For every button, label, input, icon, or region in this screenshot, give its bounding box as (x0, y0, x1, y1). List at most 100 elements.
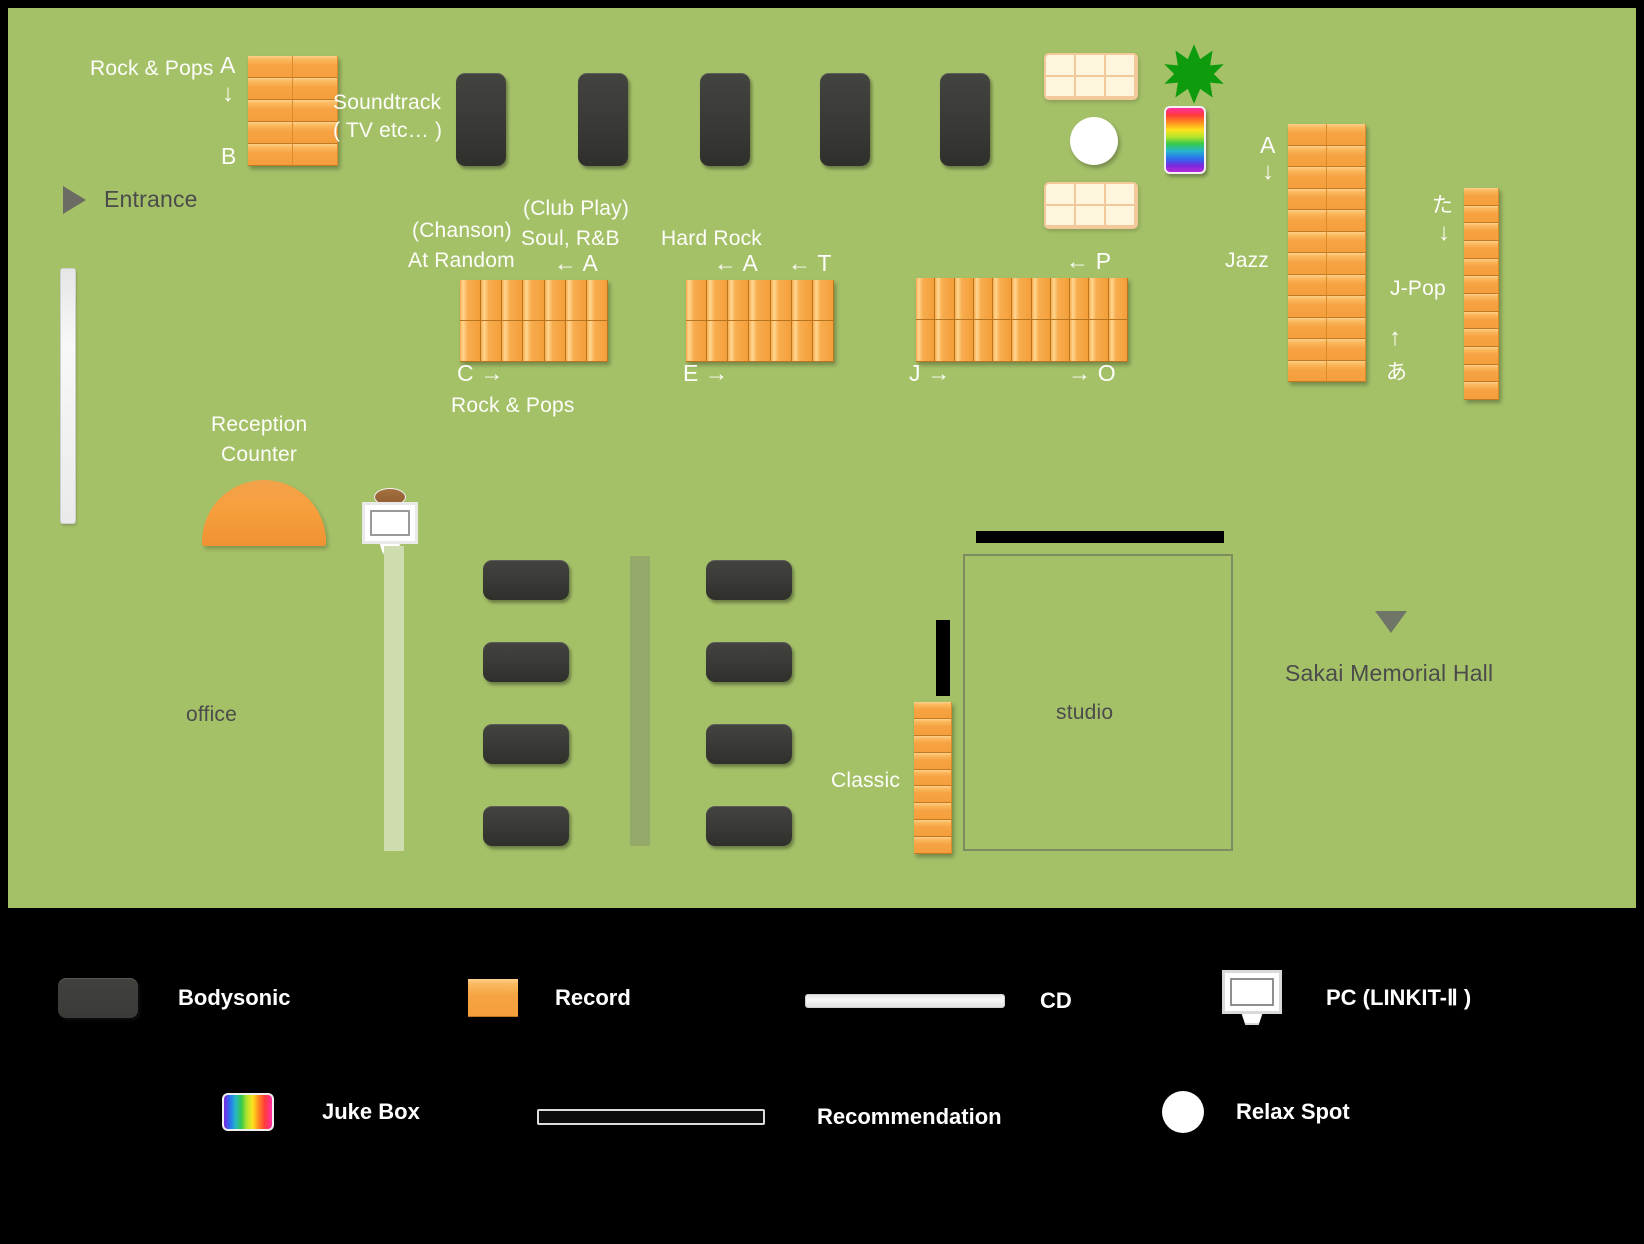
recommendation-shelf[interactable] (1044, 53, 1138, 100)
relax-spot-icon[interactable] (1070, 117, 1118, 165)
record-bin (1288, 296, 1327, 318)
shelf-jazz[interactable] (1288, 124, 1366, 382)
bodysonic-pod[interactable] (578, 73, 628, 166)
record-bin (1327, 210, 1366, 232)
record-bin (1464, 205, 1499, 224)
record-bin (914, 786, 952, 804)
record-bin (502, 280, 524, 321)
bodysonic-pod[interactable] (700, 73, 750, 166)
record-bin (1327, 317, 1366, 339)
floor-plan-area: Rock & Pops A ↓ B Soundtrack ( TV etc… )… (8, 8, 1636, 908)
label-studio: studio (1056, 701, 1114, 724)
bodysonic-pod[interactable] (483, 724, 569, 764)
record-bin (973, 320, 994, 362)
monitor-icon (362, 502, 418, 544)
record-bin (686, 280, 708, 321)
monitor-screen (370, 510, 410, 536)
record-bin (586, 280, 608, 321)
recommendation-cell (1046, 55, 1076, 77)
jukebox-icon[interactable] (1164, 106, 1206, 174)
shelf-soundtrack[interactable] (248, 56, 338, 166)
pc-swatch-screen (1230, 978, 1274, 1006)
shelf-soul-rnb[interactable] (460, 280, 608, 362)
record-bin (1288, 274, 1327, 296)
record-bin (248, 144, 293, 166)
recommendation-cell (1046, 76, 1076, 98)
legend-label-pc: PC (LINKIT-Ⅱ ) (1326, 985, 1472, 1010)
shelf-hard-rock[interactable] (686, 280, 834, 362)
record-bin (1108, 320, 1128, 362)
bodysonic-pod[interactable] (706, 642, 792, 682)
label-club-play: (Club Play) (523, 197, 630, 220)
record-bin (770, 280, 792, 321)
record-bin (1070, 320, 1090, 362)
bodysonic-pod[interactable] (706, 724, 792, 764)
record-bin (565, 321, 587, 362)
record-bin (1012, 320, 1032, 362)
bodysonic-pod[interactable] (706, 560, 792, 600)
record-bin (1288, 360, 1327, 382)
recommendation-swatch (537, 1109, 765, 1125)
record-bin (1031, 278, 1051, 320)
record-bin (293, 56, 338, 78)
record-bin (935, 278, 955, 320)
record-bin (914, 752, 952, 770)
bodysonic-pod[interactable] (483, 642, 569, 682)
recommendation-cell (1076, 205, 1106, 227)
label-chanson: (Chanson) (412, 219, 512, 242)
record-bin (248, 56, 293, 78)
record-bin (1288, 124, 1327, 146)
legend-item-relax: Relax Spot (1162, 1091, 1350, 1133)
record-bin (1464, 293, 1499, 312)
reception-counter[interactable] (202, 480, 326, 546)
record-bin (1327, 339, 1366, 361)
record-bin (1464, 382, 1499, 400)
record-bin (914, 718, 952, 736)
record-bin (707, 321, 729, 362)
record-bin (914, 820, 952, 838)
legend-label-recommendation: Recommendation (817, 1104, 1002, 1129)
recommendation-shelf[interactable] (1044, 182, 1138, 229)
record-bin (1464, 223, 1499, 241)
legend-item-bodysonic: Bodysonic (58, 978, 290, 1018)
triangle-down-icon (1375, 611, 1407, 633)
shelf-pop-j-to-o[interactable] (916, 278, 1128, 362)
label-arrow-a-soul: ← A (554, 250, 599, 276)
label-arrow-j: J → (909, 360, 951, 386)
legend-label-jukebox: Juke Box (322, 1099, 420, 1124)
record-bin (1327, 253, 1366, 275)
record-bin (812, 280, 834, 321)
record-bin (1288, 145, 1327, 167)
record-bin (293, 100, 338, 122)
record-swatch (468, 979, 518, 1017)
cd-rack-left[interactable] (60, 268, 76, 524)
recommendation-cell (1076, 184, 1106, 206)
arrow-down-jpop: ↓ (1438, 219, 1450, 246)
bodysonic-pod[interactable] (940, 73, 990, 166)
recommendation-cell (1046, 205, 1076, 227)
record-bin (791, 280, 813, 321)
record-bin (954, 320, 974, 362)
bodysonic-pod[interactable] (483, 806, 569, 846)
record-bin (1089, 320, 1109, 362)
bodysonic-pod[interactable] (820, 73, 870, 166)
label-arrow-c: C → (457, 360, 504, 386)
record-bin (1288, 317, 1327, 339)
record-bin (1050, 320, 1071, 362)
bodysonic-pod[interactable] (456, 73, 506, 166)
record-bin (749, 280, 771, 321)
label-arrow-a-hard: ← A (714, 250, 759, 276)
record-bin (1288, 253, 1327, 275)
record-bin (1327, 296, 1366, 318)
record-bin (248, 100, 293, 122)
record-bin (565, 280, 587, 321)
arrow-down-rock-pops: ↓ (222, 80, 234, 107)
record-bin (1288, 210, 1327, 232)
bodysonic-pod[interactable] (483, 560, 569, 600)
bodysonic-pod[interactable] (706, 806, 792, 846)
label-jpop-ta: た (1432, 194, 1454, 217)
label-reception-line1: Reception (211, 413, 308, 436)
record-bin (916, 320, 936, 362)
shelf-jpop[interactable] (1464, 188, 1499, 400)
shelf-classic[interactable] (914, 702, 952, 854)
